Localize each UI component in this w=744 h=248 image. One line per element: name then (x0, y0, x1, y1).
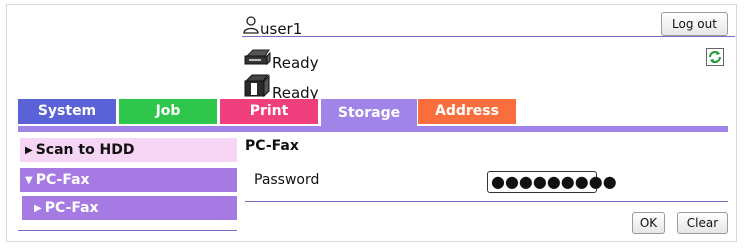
sidebar-divider (18, 230, 237, 231)
sidebar-item-label: Scan to HDD (35, 142, 135, 158)
header-divider (242, 36, 735, 37)
ok-button[interactable]: OK (632, 212, 665, 234)
triangle-right-icon: ▶ (34, 203, 42, 214)
scanner-icon (243, 74, 271, 102)
triangle-down-icon: ▼ (25, 175, 33, 186)
printer-icon (243, 48, 271, 72)
clear-button[interactable]: Clear (677, 212, 728, 234)
printer-status: Ready (243, 48, 319, 72)
sidebar-item-scan-to-hdd[interactable]: ▶ Scan to HDD (20, 138, 237, 162)
refresh-icon (707, 49, 723, 65)
content-divider (245, 201, 728, 202)
tab-storage[interactable]: Storage (321, 99, 417, 128)
sidebar-item-label: PC-Fax (35, 172, 90, 188)
user-info: user1 (243, 12, 302, 38)
sidebar-subitem-pc-fax[interactable]: ▶ PC-Fax (22, 196, 237, 220)
password-field[interactable]: ●●●●●●●●● (487, 171, 617, 193)
page-title: PC-Fax (245, 138, 299, 154)
user-icon (243, 16, 259, 38)
tab-underline-bar (18, 126, 728, 132)
printer-status-text: Ready (272, 54, 319, 72)
triangle-right-icon: ▶ (25, 145, 33, 156)
tab-print[interactable]: Print (220, 99, 318, 124)
tab-job[interactable]: Job (119, 99, 217, 124)
tab-system[interactable]: System (18, 99, 116, 124)
logout-button[interactable]: Log out (661, 12, 728, 36)
sidebar-item-label: PC-Fax (44, 200, 99, 216)
tab-address[interactable]: Address (418, 99, 516, 124)
refresh-button[interactable] (706, 48, 724, 66)
scanner-status: Ready (243, 74, 319, 102)
password-label: Password (254, 172, 320, 188)
sidebar-item-pc-fax[interactable]: ▼ PC-Fax (20, 168, 237, 192)
